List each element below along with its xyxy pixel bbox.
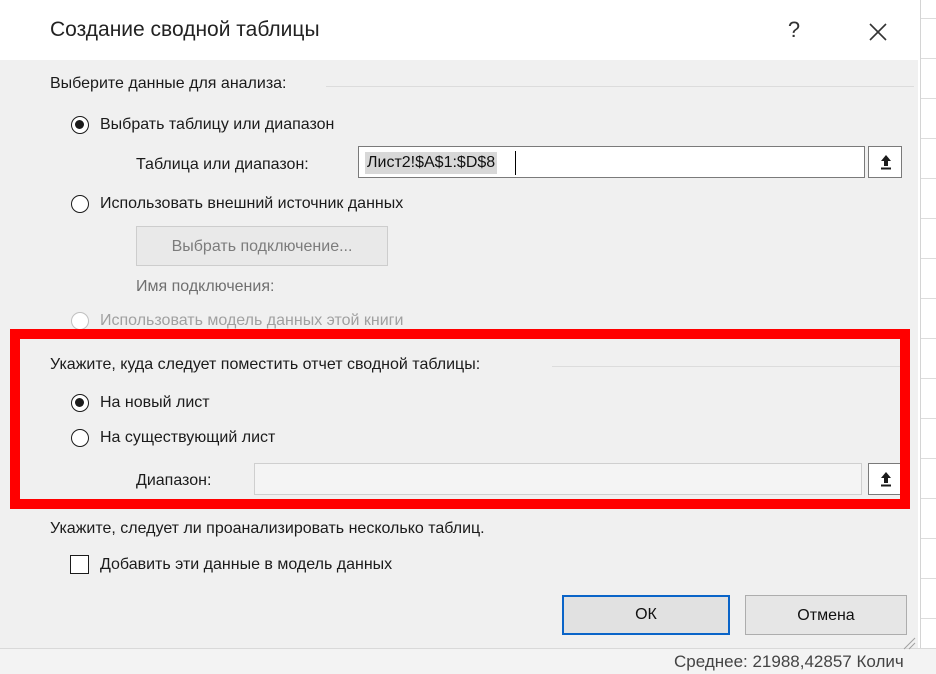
radio-external-source-label[interactable]: Использовать внешний источник данных bbox=[100, 195, 403, 213]
create-pivot-table-dialog: Создание сводной таблицы ? Выберите данн… bbox=[0, 0, 918, 650]
help-button[interactable]: ? bbox=[776, 12, 812, 48]
radio-new-sheet[interactable] bbox=[71, 394, 89, 412]
status-summary: Среднее: 21988,42857 Колич bbox=[674, 652, 904, 671]
destination-range-label: Диапазон: bbox=[136, 472, 212, 489]
choose-connection-button[interactable]: Выбрать подключение... bbox=[136, 226, 388, 266]
background-worksheet bbox=[920, 0, 936, 673]
radio-select-table-label[interactable]: Выбрать таблицу или диапазон bbox=[100, 116, 334, 134]
collapse-dialog-icon bbox=[881, 155, 891, 170]
table-range-collapse-button[interactable] bbox=[868, 146, 902, 178]
connection-name-label: Имя подключения: bbox=[136, 278, 275, 295]
radio-select-table[interactable] bbox=[71, 116, 89, 134]
add-to-data-model-label[interactable]: Добавить эти данные в модель данных bbox=[100, 556, 392, 574]
source-group-line bbox=[326, 86, 914, 87]
excel-status-bar: Среднее: 21988,42857 Колич bbox=[0, 648, 936, 674]
radio-new-sheet-label[interactable]: На новый лист bbox=[100, 394, 210, 412]
radio-external-source[interactable] bbox=[71, 195, 89, 213]
dialog-titlebar: Создание сводной таблицы ? bbox=[0, 0, 918, 60]
table-range-input[interactable]: Лист2!$A$1:$D$8 bbox=[358, 146, 865, 178]
close-icon bbox=[869, 23, 887, 41]
radio-data-model[interactable] bbox=[71, 312, 89, 330]
table-range-label: Таблица или диапазон: bbox=[136, 156, 309, 173]
add-to-data-model-checkbox[interactable] bbox=[70, 555, 89, 574]
analysis-heading: Укажите, следует ли проанализировать нес… bbox=[50, 520, 485, 537]
destination-heading: Укажите, куда следует поместить отчет св… bbox=[50, 356, 481, 373]
radio-existing-sheet-label[interactable]: На существующий лист bbox=[100, 429, 275, 447]
table-range-value: Лист2!$A$1:$D$8 bbox=[365, 152, 498, 174]
radio-data-model-label[interactable]: Использовать модель данных этой книги bbox=[100, 312, 403, 330]
collapse-dialog-icon bbox=[881, 472, 891, 487]
text-caret bbox=[515, 151, 516, 175]
destination-group-line bbox=[552, 366, 902, 367]
radio-existing-sheet[interactable] bbox=[71, 429, 89, 447]
close-button[interactable] bbox=[858, 12, 898, 52]
dialog-title: Создание сводной таблицы bbox=[50, 18, 320, 41]
destination-range-input[interactable] bbox=[254, 463, 862, 495]
resize-grip-icon[interactable] bbox=[902, 636, 916, 650]
source-heading: Выберите данные для анализа: bbox=[50, 75, 287, 92]
destination-range-collapse-button[interactable] bbox=[868, 463, 902, 495]
cancel-button[interactable]: Отмена bbox=[745, 595, 907, 635]
ok-button[interactable]: ОК bbox=[562, 595, 730, 635]
